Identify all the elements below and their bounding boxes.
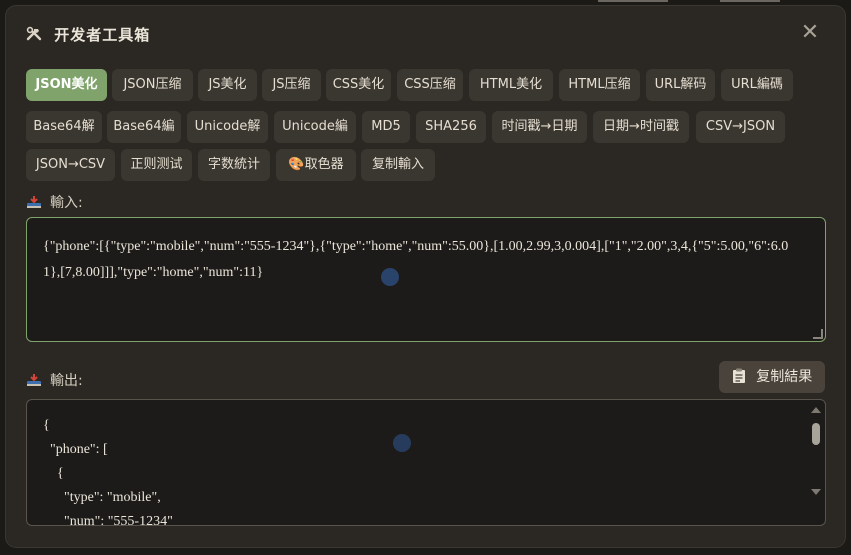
output-label-text: 輸出: [50,373,83,389]
scroll-down-arrow-icon[interactable] [811,489,821,495]
output-text: { "phone": [ { "type": "mobile", "num": … [43,414,803,526]
tool-date-to-timestamp[interactable]: 日期→时间戳 [593,111,689,143]
output-textarea[interactable]: { "phone": [ { "type": "mobile", "num": … [26,399,826,526]
cursor-indicator [393,434,411,452]
tool-css-minify[interactable]: CSS压缩 [397,69,463,101]
output-line: "phone": [ [43,442,108,457]
output-line: "type": "mobile", [43,490,161,505]
tool-json-minify[interactable]: JSON压缩 [112,69,193,101]
tool-html-beautify[interactable]: HTML美化 [469,69,553,101]
tool-sha256[interactable]: SHA256 [416,111,486,143]
tool-js-beautify[interactable]: JS美化 [198,69,257,101]
tool-json-to-csv[interactable]: JSON→CSV [26,149,115,181]
tool-unicode-decode[interactable]: Unicode解 [187,111,268,143]
close-icon: ✕ [800,20,820,45]
tool-timestamp-to-date[interactable]: 时间戳→日期 [492,111,587,143]
input-textarea[interactable]: {"phone":[{"type":"mobile","num":"555-12… [26,217,826,342]
tool-copy-input[interactable]: 复制輸入 [361,149,435,181]
inbox-tray-icon [26,373,42,387]
background-line [598,0,668,2]
tool-base64-decode[interactable]: Base64解 [26,111,102,143]
tool-regex-test[interactable]: 正则测试 [121,149,192,181]
tool-url-encode[interactable]: URL編碼 [721,69,793,101]
output-label: 輸出: [26,370,83,390]
input-text: {"phone":[{"type":"mobile","num":"555-12… [43,239,789,280]
output-line: { [43,466,64,481]
scroll-thumb[interactable] [812,423,820,445]
tool-csv-to-json[interactable]: CSV→JSON [696,111,785,143]
output-line: "num": "555-1234" [43,514,173,526]
tool-js-minify[interactable]: JS压缩 [262,69,321,101]
tool-base64-encode[interactable]: Base64編 [107,111,181,143]
tool-url-decode[interactable]: URL解码 [646,69,715,101]
dev-toolbox-dialog: 开发者工具箱 ✕ JSON美化 JSON压缩 JS美化 JS压缩 CSS美化 C… [6,6,845,547]
inbox-tray-icon [26,195,42,209]
tool-css-beautify[interactable]: CSS美化 [326,69,391,101]
tool-word-count[interactable]: 字数統计 [198,149,270,181]
close-button[interactable]: ✕ [799,22,821,44]
scroll-up-arrow-icon[interactable] [811,407,821,413]
dialog-title: 开发者工具箱 [26,24,150,45]
copy-result-label: 复制結果 [756,369,813,385]
dialog-header: 开发者工具箱 ✕ [6,6,845,62]
output-scrollbar[interactable] [808,401,824,523]
resize-grip[interactable] [813,329,823,339]
dialog-title-text: 开发者工具箱 [54,26,151,44]
input-label: 輸入: [26,192,83,212]
tool-json-beautify[interactable]: JSON美化 [26,69,107,101]
tool-color-picker[interactable]: 🎨取色器 [276,149,356,181]
input-label-text: 輸入: [50,195,83,211]
clipboard-icon [732,368,756,385]
copy-result-button[interactable]: 复制結果 [719,361,825,393]
tool-md5[interactable]: MD5 [362,111,410,143]
output-line: { [43,418,50,433]
tool-unicode-encode[interactable]: Unicode編 [274,111,356,143]
cursor-indicator [381,268,399,286]
background-line [720,0,780,2]
hammer-wrench-icon [26,26,48,44]
tool-html-minify[interactable]: HTML压缩 [559,69,640,101]
